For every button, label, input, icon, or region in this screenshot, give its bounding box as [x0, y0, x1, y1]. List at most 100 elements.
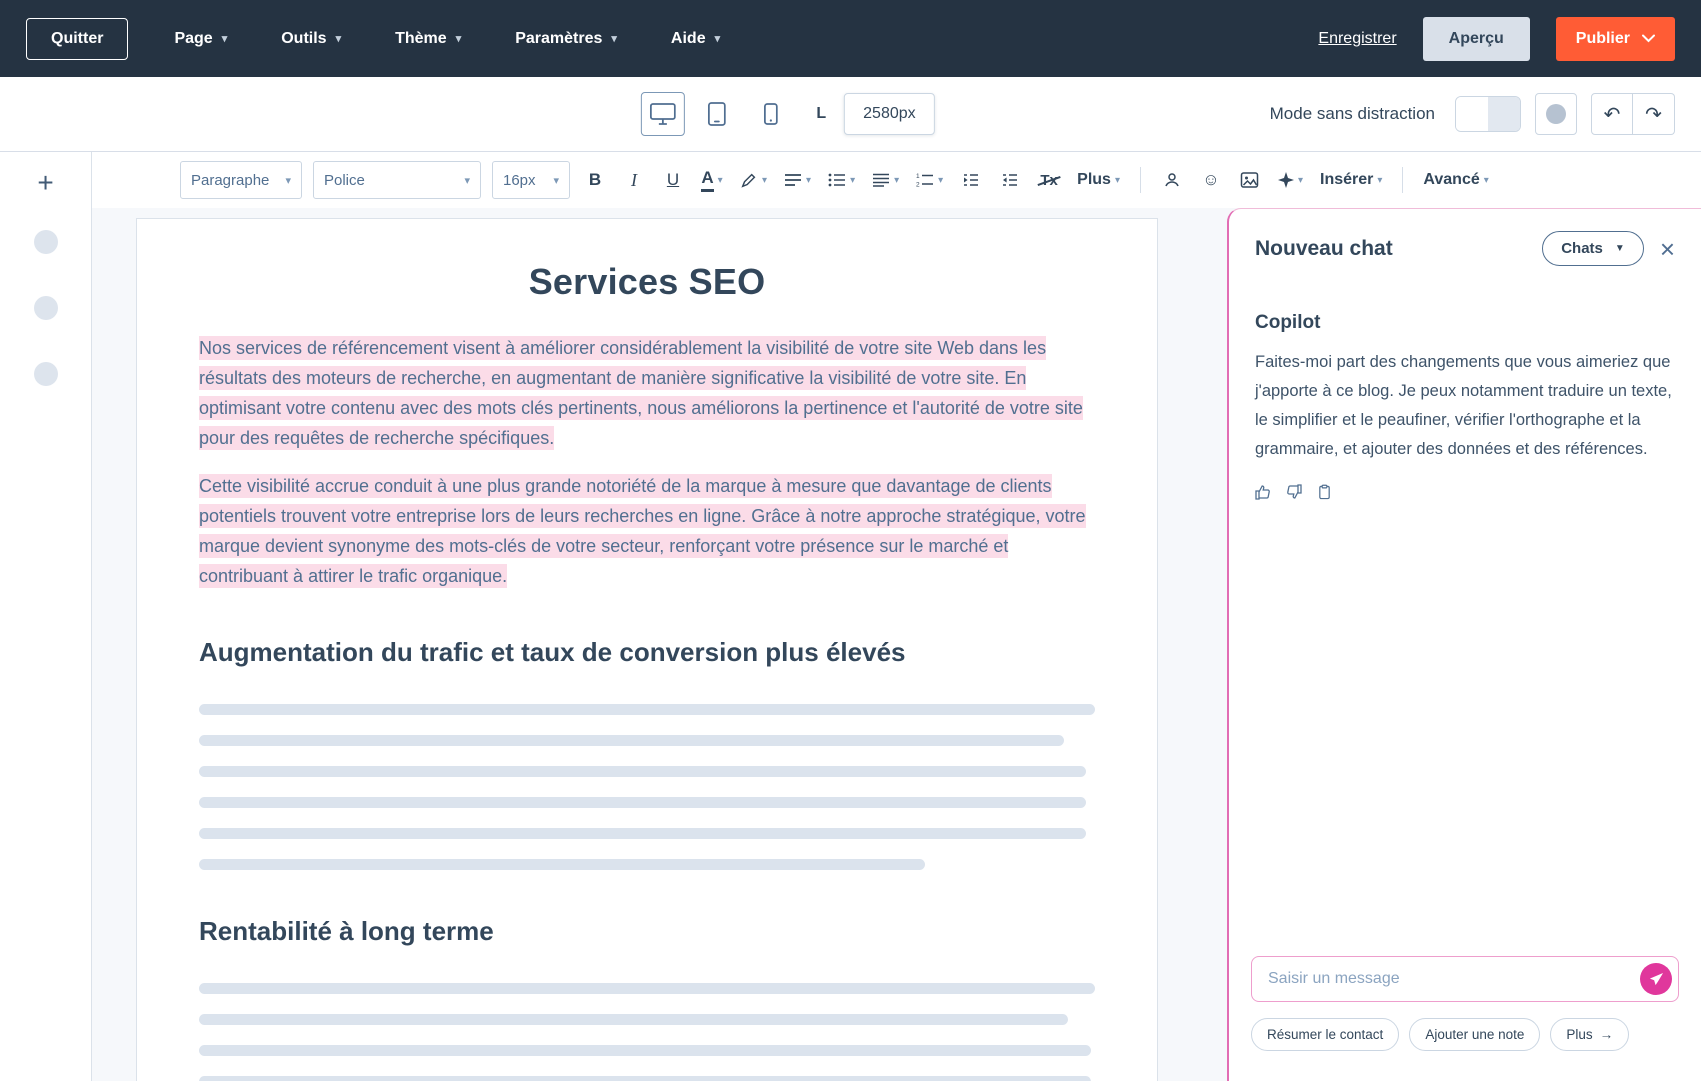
chevron-down-icon: ▾	[715, 32, 721, 45]
menu-parametres-label: Paramètres	[515, 30, 602, 48]
highlighted-text: Cette visibilité accrue conduit à une pl…	[199, 474, 1086, 588]
undo-button[interactable]: ↶	[1591, 93, 1633, 135]
ai-assistant-button[interactable]: ▾	[1275, 162, 1306, 198]
quit-button[interactable]: Quitter	[26, 18, 128, 60]
close-chat-button[interactable]: ×	[1658, 236, 1677, 262]
page-title[interactable]: Services SEO	[199, 261, 1095, 303]
ai-sparkle-icon	[1278, 172, 1294, 188]
mobile-view-button[interactable]	[748, 92, 792, 136]
module-sidebar: +	[0, 152, 92, 1081]
chats-dropdown-label: Chats	[1561, 240, 1603, 257]
menu-theme[interactable]: Thème ▾	[395, 30, 461, 48]
highlighted-text: Nos services de référencement visent à a…	[199, 336, 1083, 450]
toolbar-divider	[1140, 167, 1141, 193]
more-formatting-menu[interactable]: Plus ▾	[1074, 162, 1123, 198]
text-placeholder-bar	[199, 797, 1086, 808]
thumbs-down-button[interactable]	[1286, 484, 1302, 503]
font-size-select[interactable]: 16px ▾	[492, 161, 570, 199]
preview-button[interactable]: Aperçu	[1423, 17, 1530, 61]
menu-outils[interactable]: Outils ▾	[281, 30, 341, 48]
text-placeholder-bar	[199, 735, 1064, 746]
desktop-view-button[interactable]	[640, 92, 684, 136]
toggle-knob	[1456, 97, 1488, 131]
chevron-down-icon: ▾	[894, 175, 899, 186]
chevron-down-icon: ▾	[718, 175, 723, 186]
copy-message-button[interactable]	[1317, 484, 1332, 503]
more-actions-button[interactable]: Plus →	[1550, 1018, 1629, 1051]
personalize-button[interactable]	[1158, 162, 1186, 198]
chevron-down-icon: ▾	[850, 175, 855, 186]
doc-paragraph[interactable]: Nos services de référencement visent à a…	[199, 333, 1095, 453]
main-menu: Page ▾ Outils ▾ Thème ▾ Paramètres ▾ Aid…	[174, 30, 720, 48]
text-placeholder-bar	[199, 828, 1086, 839]
mobile-icon	[763, 103, 777, 125]
module-item[interactable]	[34, 230, 58, 254]
chat-header: Nouveau chat Chats ▼ ×	[1229, 209, 1701, 266]
align-left-icon	[784, 173, 802, 187]
italic-button[interactable]: I	[620, 162, 648, 198]
editor-column: Paragraphe ▾ Police ▾ 16px ▾ B I U A ▾ ▾	[92, 152, 1701, 1081]
chat-message-input[interactable]	[1251, 956, 1679, 1002]
chat-title: Nouveau chat	[1255, 237, 1528, 261]
desktop-icon	[649, 103, 675, 125]
outdent-button[interactable]	[996, 162, 1024, 198]
numbered-list-button[interactable]: 12 ▾	[913, 162, 946, 198]
viewport-width-input[interactable]: 2580px	[844, 93, 935, 135]
text-placeholder-block	[199, 983, 1095, 1081]
section-heading[interactable]: Rentabilité à long terme	[199, 916, 1095, 947]
redo-button[interactable]: ↷	[1633, 93, 1675, 135]
chevron-down-icon: ▾	[553, 174, 559, 187]
menu-aide-label: Aide	[671, 30, 706, 48]
breakpoint-label: L	[816, 105, 826, 123]
tablet-view-button[interactable]	[694, 92, 738, 136]
menu-parametres[interactable]: Paramètres ▾	[515, 30, 617, 48]
insert-menu[interactable]: Insérer ▾	[1317, 162, 1385, 198]
summarize-contact-button[interactable]: Résumer le contact	[1251, 1018, 1399, 1051]
module-item[interactable]	[34, 362, 58, 386]
bold-button[interactable]: B	[581, 162, 609, 198]
indent-button[interactable]	[957, 162, 985, 198]
advanced-menu[interactable]: Avancé ▾	[1420, 162, 1491, 198]
line-spacing-icon	[872, 173, 890, 187]
doc-paragraph[interactable]: Cette visibilité accrue conduit à une pl…	[199, 471, 1095, 591]
chats-dropdown-button[interactable]: Chats ▼	[1542, 231, 1644, 266]
text-placeholder-bar	[199, 1014, 1068, 1025]
emoji-button[interactable]: ☺	[1197, 162, 1225, 198]
alignment-button[interactable]: ▾	[781, 162, 814, 198]
clear-formatting-button[interactable]: Tx	[1035, 162, 1063, 198]
add-module-button[interactable]: +	[31, 168, 59, 198]
menu-page-label: Page	[174, 30, 212, 48]
section-heading[interactable]: Augmentation du trafic et taux de conver…	[199, 637, 1095, 668]
toggle-track	[1488, 97, 1520, 131]
page-canvas[interactable]: Services SEO Nos services de référenceme…	[136, 218, 1158, 1081]
menu-outils-label: Outils	[281, 30, 326, 48]
insert-image-button[interactable]	[1236, 162, 1264, 198]
thumbs-down-icon	[1286, 484, 1302, 500]
insert-label: Insérer	[1320, 171, 1373, 189]
font-family-select[interactable]: Police ▾	[313, 161, 481, 199]
menu-page[interactable]: Page ▾	[174, 30, 227, 48]
menu-aide[interactable]: Aide ▾	[671, 30, 720, 48]
chevron-down-icon	[1642, 34, 1655, 43]
underline-button[interactable]: U	[659, 162, 687, 198]
distraction-mode-toggle[interactable]	[1455, 96, 1521, 132]
emoji-icon: ☺	[1202, 170, 1219, 190]
text-placeholder-block	[199, 704, 1095, 870]
send-message-button[interactable]	[1640, 963, 1672, 995]
line-spacing-button[interactable]: ▾	[869, 162, 902, 198]
undo-icon: ↶	[1604, 102, 1621, 127]
save-link[interactable]: Enregistrer	[1318, 30, 1396, 48]
copilot-message: Faites-moi part des changements que vous…	[1255, 348, 1675, 464]
chevron-down-icon: ▾	[464, 174, 470, 187]
arrow-right-icon: →	[1600, 1027, 1614, 1042]
add-note-button[interactable]: Ajouter une note	[1409, 1018, 1540, 1051]
publish-button[interactable]: Publier	[1556, 17, 1675, 61]
thumbs-up-button[interactable]	[1255, 484, 1271, 503]
highlight-color-button[interactable]: ▾	[737, 162, 770, 198]
module-item[interactable]	[34, 296, 58, 320]
bullet-list-button[interactable]: ▾	[825, 162, 858, 198]
text-placeholder-bar	[199, 859, 925, 870]
circle-indicator-button[interactable]	[1535, 93, 1577, 135]
font-color-button[interactable]: A ▾	[698, 162, 726, 198]
block-style-select[interactable]: Paragraphe ▾	[180, 161, 302, 199]
